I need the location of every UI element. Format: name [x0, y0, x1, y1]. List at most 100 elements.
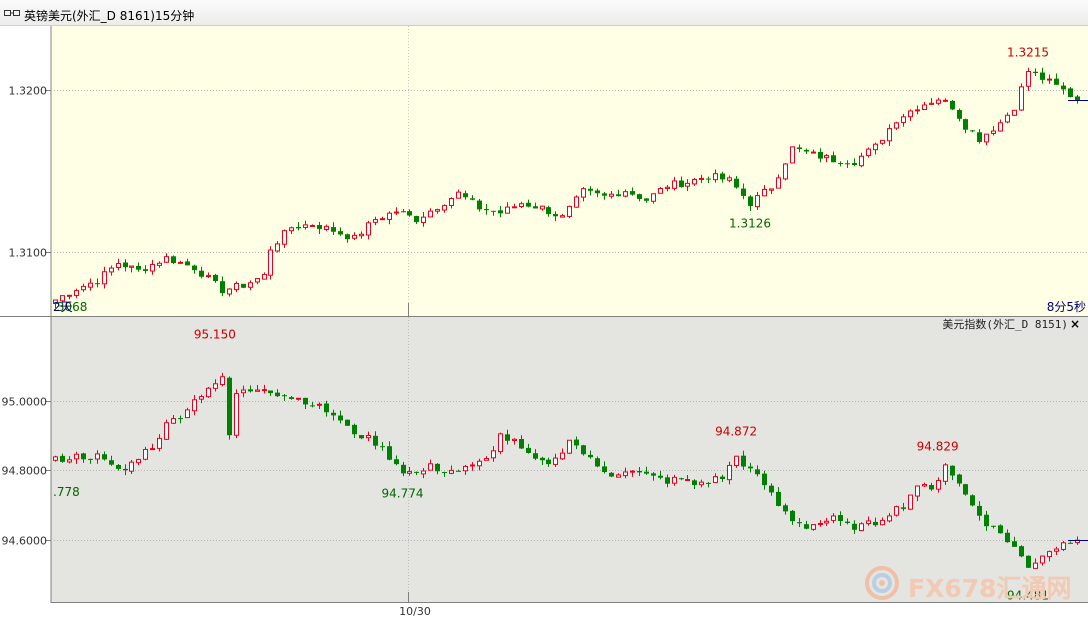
- candle-body-down: [831, 155, 836, 163]
- candle-body-up: [512, 206, 517, 209]
- candle-body-down: [331, 227, 336, 232]
- candle-body-up: [380, 218, 385, 221]
- candle-body-up: [1019, 86, 1024, 111]
- candle-body-down: [289, 397, 294, 399]
- candle-body-up: [859, 523, 864, 532]
- candle-body-up: [658, 188, 663, 194]
- candle-body-up: [129, 461, 134, 472]
- window-title: 英镑美元(外汇_D 8161)15分钟: [24, 9, 195, 23]
- candle-body-down: [275, 392, 280, 397]
- candle-body-down: [1061, 85, 1066, 90]
- bottom-panel-close-button[interactable]: ×: [1070, 317, 1080, 331]
- candle-body-down: [588, 188, 593, 191]
- candle-body-up: [1047, 551, 1052, 558]
- candle-body-down: [60, 455, 65, 462]
- candle-body-up: [157, 262, 162, 266]
- candle-body-up: [672, 180, 677, 189]
- candle-body-up: [880, 519, 885, 526]
- candle-body-up: [220, 376, 225, 386]
- candle-body-down: [95, 283, 100, 285]
- candle-body-down: [755, 469, 760, 475]
- candle-body-down: [644, 198, 649, 201]
- candle-body-up: [915, 109, 920, 112]
- candle-body-up: [296, 397, 301, 400]
- candle-body-down: [720, 476, 725, 480]
- candle-body-up: [206, 275, 211, 278]
- candle-body-up: [908, 494, 913, 510]
- candle-body-up: [449, 198, 454, 206]
- candle-body-down: [387, 446, 392, 460]
- chart-window-icon: [4, 10, 20, 16]
- candle-body-down: [519, 438, 524, 449]
- candle-body-up: [901, 116, 906, 123]
- candle-body-up: [67, 294, 72, 297]
- candle-body-down: [268, 390, 273, 394]
- candle-body-up: [929, 102, 934, 105]
- candle-body-down: [248, 389, 253, 392]
- candle-body-down: [1040, 72, 1045, 80]
- candle-body-up: [811, 524, 816, 530]
- candle-body-up: [553, 457, 558, 465]
- candle-body-up: [790, 146, 795, 164]
- candle-body-up: [574, 196, 579, 208]
- candle-body-down: [998, 525, 1003, 534]
- candle-body-up: [317, 403, 322, 406]
- candle-body-up: [407, 471, 412, 474]
- candle-body-up: [289, 227, 294, 232]
- candle-body-down: [526, 447, 531, 453]
- candle-body-up: [685, 479, 690, 482]
- high-price-label: 94.872: [715, 424, 757, 438]
- candle-body-down: [1075, 96, 1080, 101]
- candle-body-down: [331, 412, 336, 416]
- candle-body-down: [838, 163, 843, 165]
- candle-body-up: [1047, 78, 1052, 81]
- candle-body-down: [1054, 78, 1059, 85]
- candle-body-down: [984, 514, 989, 527]
- candle-body-up: [818, 522, 823, 525]
- candle-body-down: [296, 226, 301, 229]
- candle-body-up: [109, 267, 114, 273]
- candle-body-up: [255, 278, 260, 283]
- candle-body-up: [129, 265, 134, 268]
- y-tick-label: 94.6000: [2, 535, 48, 548]
- candle-body-down: [630, 191, 635, 195]
- candle-body-up: [540, 205, 545, 210]
- candle-body-down: [957, 110, 962, 119]
- candle-body-up: [282, 230, 287, 245]
- candle-body-down: [338, 231, 343, 235]
- candle-body-down: [950, 100, 955, 110]
- candle-body-up: [859, 155, 864, 167]
- candle-body-up: [713, 173, 718, 181]
- candle-body-down: [574, 439, 579, 446]
- low-price-label: 94.774: [382, 487, 424, 501]
- candle-body-down: [845, 163, 850, 165]
- candle-body-down: [456, 470, 461, 472]
- bottom-panel-title: 美元指数(外汇_D 8151): [942, 317, 1068, 331]
- window-titlebar[interactable]: 英镑美元(外汇_D 8161)15分钟: [0, 0, 1088, 26]
- candle-body-down: [804, 524, 809, 529]
- candle-body-up: [727, 464, 732, 481]
- candle-body-up: [428, 463, 433, 471]
- candle-body-up: [630, 470, 635, 473]
- candle-body-up: [665, 186, 670, 190]
- chart-canvas[interactable]: 1.3200 1.3100 1.3215 1.3126 95.0000 94.8000 94…: [0, 0, 1088, 617]
- low-price-label: 1.3126: [729, 217, 771, 231]
- candle-body-down: [651, 473, 656, 476]
- candle-body-down: [116, 465, 121, 469]
- candle-body-down: [665, 477, 670, 484]
- candle-body-down: [185, 261, 190, 266]
- candle-body-up: [692, 178, 697, 185]
- candle-body-up: [824, 520, 829, 524]
- candle-body-down: [401, 211, 406, 213]
- candle-body-up: [887, 515, 892, 522]
- candle-body-down: [463, 193, 468, 198]
- bottom-panel-background: [51, 317, 1088, 603]
- candle-body-down: [282, 395, 287, 397]
- candle-body-down: [748, 196, 753, 207]
- candle-body-up: [651, 193, 656, 202]
- candle-body-down: [317, 224, 322, 229]
- candle-body-down: [720, 173, 725, 180]
- candle-body-down: [595, 458, 600, 467]
- candle-body-down: [109, 460, 114, 465]
- candle-body-up: [776, 177, 781, 189]
